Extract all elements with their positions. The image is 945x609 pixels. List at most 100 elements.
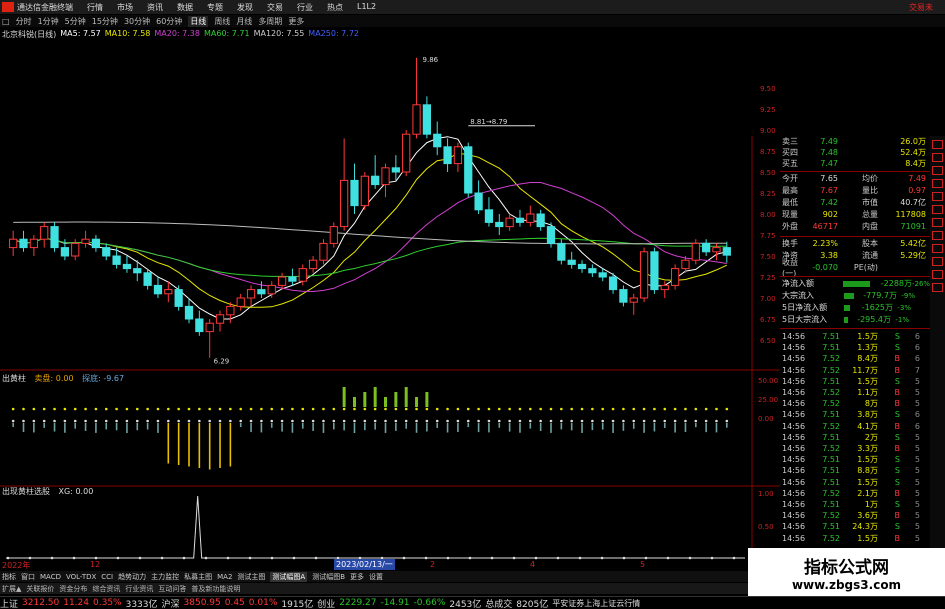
candle-body[interactable] xyxy=(308,259,318,270)
candle-body[interactable] xyxy=(619,289,628,303)
candle-body[interactable] xyxy=(505,217,514,228)
candle-body[interactable] xyxy=(277,276,287,286)
indicator-tab-1[interactable]: 窗口 xyxy=(21,572,35,582)
candle-body[interactable] xyxy=(236,297,245,307)
cy-name[interactable]: 创业 xyxy=(317,597,335,609)
indicator-tab-9[interactable]: 测试主图 xyxy=(237,572,265,582)
menu-item-2[interactable]: 资讯 xyxy=(147,2,163,13)
candle-body[interactable] xyxy=(515,217,525,223)
candle-body[interactable] xyxy=(391,167,400,173)
candle-body[interactable] xyxy=(40,226,49,240)
candle-body[interactable] xyxy=(71,242,80,257)
side-tool-icon-3[interactable] xyxy=(932,179,943,188)
candle-body[interactable] xyxy=(340,179,349,228)
side-tool-icon-10[interactable] xyxy=(932,270,943,279)
candle-body[interactable] xyxy=(102,247,111,257)
period-item-10[interactable]: 多周期 xyxy=(258,16,282,27)
indicator-tab-6[interactable]: 主力监控 xyxy=(151,572,179,582)
indicator-tab-10[interactable]: 测试幅图A xyxy=(270,571,308,582)
period-item-2[interactable]: 1分钟 xyxy=(38,16,59,27)
candle-body[interactable] xyxy=(453,146,463,165)
side-tool-icon-1[interactable] xyxy=(932,153,943,162)
candle-body[interactable] xyxy=(422,104,432,135)
candle-body[interactable] xyxy=(381,167,390,186)
candle-body[interactable] xyxy=(691,242,700,261)
ext-item-1[interactable]: 关联报价 xyxy=(26,584,54,594)
candle-body[interactable] xyxy=(412,104,421,135)
candle-body[interactable] xyxy=(402,133,411,173)
period-item-11[interactable]: 更多 xyxy=(288,16,304,27)
candle-body[interactable] xyxy=(329,226,338,244)
candle-body[interactable] xyxy=(588,268,597,274)
side-tool-icon-7[interactable] xyxy=(932,231,943,240)
candle-body[interactable] xyxy=(215,314,225,324)
candle-body[interactable] xyxy=(474,192,483,211)
ext-item-6[interactable]: 普及新功能说明 xyxy=(191,584,240,594)
menu-item-1[interactable]: 市场 xyxy=(117,2,133,13)
ext-item-0[interactable]: 扩展▲ xyxy=(2,584,21,594)
menu-item-5[interactable]: 发现 xyxy=(237,2,253,13)
side-tool-icon-6[interactable] xyxy=(932,218,943,227)
candle-body[interactable] xyxy=(319,242,328,261)
menu-item-7[interactable]: 行业 xyxy=(297,2,313,13)
side-tool-icon-11[interactable] xyxy=(932,283,943,292)
trade-status[interactable]: 交易未 xyxy=(909,2,933,13)
candle-body[interactable] xyxy=(174,289,183,307)
indicator-tab-8[interactable]: MA2 xyxy=(217,573,232,581)
candle-body[interactable] xyxy=(153,284,163,295)
side-tool-icon-9[interactable] xyxy=(932,257,943,266)
candle-body[interactable] xyxy=(702,242,711,253)
side-tool-icon-0[interactable] xyxy=(932,140,943,149)
indicator-tab-2[interactable]: MACD xyxy=(40,573,61,581)
candle-body[interactable] xyxy=(722,247,731,256)
candle-body[interactable] xyxy=(184,305,194,320)
candle-body[interactable] xyxy=(133,268,142,274)
indicator-tab-5[interactable]: 趋势动力 xyxy=(118,572,146,582)
candle-body[interactable] xyxy=(484,209,494,223)
period-item-7[interactable]: 日线 xyxy=(188,15,209,27)
candle-body[interactable] xyxy=(712,247,721,253)
candle-body[interactable] xyxy=(112,255,121,265)
ext-item-4[interactable]: 行业资讯 xyxy=(125,584,153,594)
menu-item-8[interactable]: 热点 xyxy=(327,2,343,13)
ext-item-3[interactable]: 综合资讯 xyxy=(92,584,120,594)
candle-body[interactable] xyxy=(639,251,649,299)
indicator-tab-4[interactable]: CCI xyxy=(101,573,113,581)
candle-body[interactable] xyxy=(205,322,214,333)
indicator-tab-0[interactable]: 指标 xyxy=(2,572,16,582)
candle-body[interactable] xyxy=(29,238,38,249)
candle-body[interactable] xyxy=(9,238,18,249)
indicator-tab-3[interactable]: VOL-TDX xyxy=(66,573,96,581)
candle-body[interactable] xyxy=(650,251,659,291)
menu-item-0[interactable]: 行情 xyxy=(87,2,103,13)
candle-body[interactable] xyxy=(660,284,669,291)
period-item-9[interactable]: 月线 xyxy=(236,16,252,27)
candle-body[interactable] xyxy=(246,289,256,299)
candle-body[interactable] xyxy=(60,247,70,257)
indicator-tab-12[interactable]: 更多 xyxy=(350,572,364,582)
candle-body[interactable] xyxy=(81,238,90,244)
kline-chart[interactable]: 9.50 9.25 9.00 8.75 8.50 8.25 8.00 7.75 7.50 7.25… xyxy=(0,26,780,571)
candle-body[interactable] xyxy=(443,146,452,165)
ext-item-2[interactable]: 资金分布 xyxy=(59,584,87,594)
side-tool-icon-4[interactable] xyxy=(932,192,943,201)
side-tool-icon-5[interactable] xyxy=(932,205,943,214)
candle-body[interactable] xyxy=(91,238,101,249)
candle-body[interactable] xyxy=(526,213,535,223)
candle-body[interactable] xyxy=(536,213,545,228)
candle-body[interactable] xyxy=(681,259,690,270)
candle-body[interactable] xyxy=(629,297,638,303)
side-tool-icon-2[interactable] xyxy=(932,166,943,175)
side-tool-icon-8[interactable] xyxy=(932,244,943,253)
indicator-tab-7[interactable]: 私募主图 xyxy=(184,572,212,582)
candle-body[interactable] xyxy=(350,179,359,207)
period-item-1[interactable]: 分时 xyxy=(16,16,32,27)
sz-name[interactable]: 沪深 xyxy=(162,597,180,609)
sh-name[interactable]: 上证 xyxy=(0,597,18,609)
candle-body[interactable] xyxy=(50,226,59,249)
period-item-8[interactable]: 周线 xyxy=(214,16,230,27)
candle-body[interactable] xyxy=(122,263,132,270)
candle-body[interactable] xyxy=(288,276,297,282)
period-item-5[interactable]: 30分钟 xyxy=(124,16,150,27)
ext-item-5[interactable]: 互动问答 xyxy=(158,584,186,594)
